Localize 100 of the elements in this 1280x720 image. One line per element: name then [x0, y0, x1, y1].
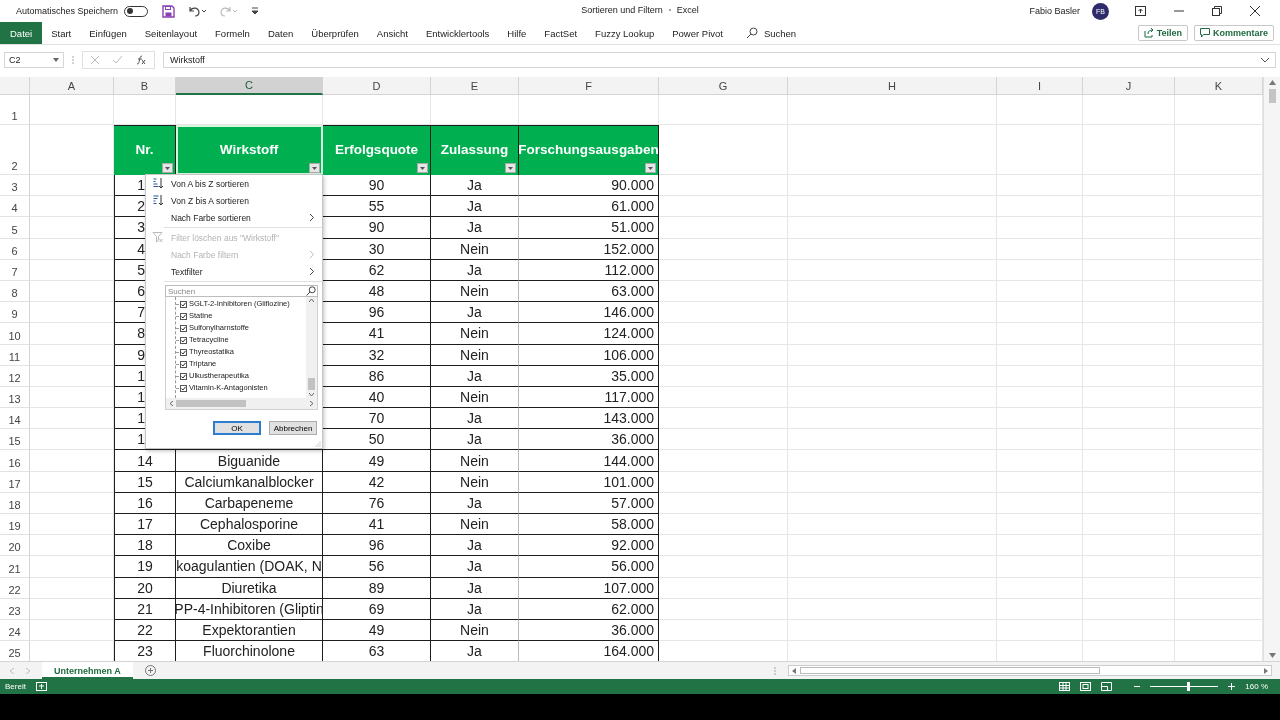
table-cell[interactable]: Biguanide: [176, 450, 323, 472]
table-cell[interactable]: Ja: [431, 408, 519, 430]
table-cell[interactable]: 56: [323, 556, 431, 578]
row-header[interactable]: 22: [0, 577, 30, 599]
select-all-corner[interactable]: [0, 77, 30, 95]
share-button[interactable]: Teilen: [1137, 25, 1188, 41]
empty-cell[interactable]: [659, 492, 788, 514]
horizontal-scrollbar[interactable]: [788, 665, 1272, 676]
empty-cell[interactable]: [30, 259, 114, 281]
empty-cell[interactable]: [788, 429, 997, 451]
empty-cell[interactable]: [659, 323, 788, 345]
empty-cell[interactable]: [788, 280, 997, 303]
table-cell[interactable]: 101.000: [519, 471, 659, 493]
empty-cell[interactable]: [788, 217, 997, 239]
filter-dropdown-button[interactable]: [417, 163, 428, 173]
next-sheet-icon[interactable]: [26, 667, 30, 674]
empty-cell[interactable]: [997, 471, 1083, 493]
table-cell[interactable]: Nein: [431, 280, 519, 303]
empty-cell[interactable]: [659, 217, 788, 239]
ribbon-tab[interactable]: Ansicht: [367, 22, 417, 44]
restore-icon[interactable]: [1212, 6, 1222, 16]
table-cell[interactable]: Calciumkanalblocker: [176, 471, 323, 493]
table-cell[interactable]: Ja: [431, 535, 519, 557]
zoom-in-icon[interactable]: [1228, 683, 1236, 690]
search-field[interactable]: Suchen: [165, 285, 318, 297]
scroll-thumb[interactable]: [1268, 89, 1276, 103]
table-cell[interactable]: Expektorantien: [176, 619, 323, 642]
table-cell[interactable]: 19: [114, 556, 176, 578]
table-cell[interactable]: Nein: [431, 238, 519, 260]
empty-cell[interactable]: [997, 323, 1083, 345]
menu-item[interactable]: Nach Farbe sortieren: [146, 209, 322, 226]
empty-cell[interactable]: [997, 175, 1083, 197]
table-cell[interactable]: Ja: [431, 556, 519, 578]
close-icon[interactable]: [1250, 6, 1260, 16]
empty-cell[interactable]: [1083, 344, 1175, 366]
empty-cell[interactable]: [788, 556, 997, 578]
row-header[interactable]: 5: [0, 217, 30, 239]
table-cell[interactable]: 22: [114, 619, 176, 642]
row-header[interactable]: 24: [0, 619, 30, 642]
empty-cell[interactable]: [30, 471, 114, 493]
checkbox[interactable]: [180, 384, 187, 392]
table-cell[interactable]: 18: [114, 535, 176, 557]
empty-cell[interactable]: [788, 344, 997, 366]
table-cell[interactable]: 62.000: [519, 598, 659, 620]
ribbon-tab[interactable]: Einfügen: [80, 22, 136, 44]
empty-cell[interactable]: [997, 238, 1083, 260]
empty-cell[interactable]: [659, 408, 788, 430]
function-icon[interactable]: [136, 55, 146, 65]
table-cell[interactable]: koagulantien (DOAK, N: [176, 556, 323, 578]
empty-cell[interactable]: [659, 514, 788, 536]
empty-cell[interactable]: [997, 429, 1083, 451]
table-cell[interactable]: 117.000: [519, 386, 659, 409]
empty-cell[interactable]: [997, 450, 1083, 472]
row-header[interactable]: 23: [0, 598, 30, 620]
row-header[interactable]: 13: [0, 386, 30, 409]
empty-cell[interactable]: [1083, 619, 1175, 642]
empty-cell[interactable]: [1083, 238, 1175, 260]
empty-cell[interactable]: [30, 217, 114, 239]
menu-item[interactable]: Von Z bis A sortieren: [146, 192, 322, 209]
empty-cell[interactable]: [30, 556, 114, 578]
ribbon-tab[interactable]: Start: [42, 22, 81, 44]
empty-cell[interactable]: [1083, 408, 1175, 430]
ribbon-tab[interactable]: Power Pivot: [663, 22, 732, 44]
table-cell[interactable]: 69: [323, 598, 431, 620]
table-cell[interactable]: 41: [323, 514, 431, 536]
row-header[interactable]: 14: [0, 408, 30, 430]
empty-cell[interactable]: [659, 535, 788, 557]
empty-cell[interactable]: [659, 259, 788, 281]
formula-field[interactable]: Wirkstoff: [163, 52, 1276, 68]
menu-item[interactable]: Von A bis Z sortieren: [146, 175, 322, 192]
page-break-icon[interactable]: [1101, 682, 1113, 691]
empty-cell[interactable]: [788, 238, 997, 260]
empty-cell[interactable]: [997, 386, 1083, 409]
checkbox[interactable]: [180, 372, 187, 380]
table-cell[interactable]: Ja: [431, 429, 519, 451]
column-header[interactable]: G: [659, 77, 788, 95]
empty-cell[interactable]: [659, 556, 788, 578]
empty-cell[interactable]: [659, 577, 788, 599]
empty-cell[interactable]: [1083, 429, 1175, 451]
table-cell[interactable]: Ja: [431, 598, 519, 620]
empty-cell[interactable]: [659, 344, 788, 366]
table-cell[interactable]: 21: [114, 598, 176, 620]
cancel-icon[interactable]: [91, 56, 99, 64]
empty-cell[interactable]: [997, 125, 1083, 175]
row-header[interactable]: 3: [0, 175, 30, 197]
scroll-thumb[interactable]: [800, 667, 1100, 674]
empty-cell[interactable]: [997, 196, 1083, 218]
row-header[interactable]: 9: [0, 302, 30, 324]
ribbon-tab[interactable]: Entwicklertools: [416, 22, 499, 44]
empty-cell[interactable]: [1083, 259, 1175, 281]
table-cell[interactable]: 36.000: [519, 619, 659, 642]
ribbon-tab[interactable]: Daten: [258, 22, 303, 44]
table-cell[interactable]: 16: [114, 492, 176, 514]
table-cell[interactable]: 152.000: [519, 238, 659, 260]
empty-cell[interactable]: [659, 386, 788, 409]
table-cell[interactable]: 92.000: [519, 535, 659, 557]
table-cell[interactable]: Ja: [431, 365, 519, 387]
table-cell[interactable]: Nein: [431, 344, 519, 366]
empty-cell[interactable]: [659, 280, 788, 303]
empty-cell[interactable]: [788, 535, 997, 557]
